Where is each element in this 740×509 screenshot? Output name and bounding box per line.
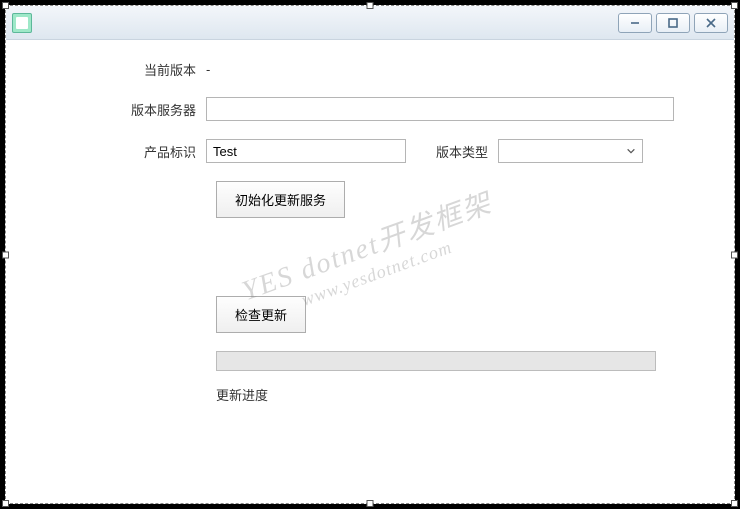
progress-bar [216, 351, 656, 371]
resize-handle-top-right[interactable] [731, 2, 738, 9]
server-row: 版本服务器 [46, 97, 674, 121]
server-input[interactable] [206, 97, 674, 121]
resize-handle-bottom-right[interactable] [731, 500, 738, 507]
spacer [46, 236, 674, 296]
current-version-label: 当前版本 [46, 60, 206, 79]
window-controls [618, 13, 728, 33]
resize-handle-bottom-middle[interactable] [367, 500, 374, 507]
resize-handle-bottom-left[interactable] [2, 500, 9, 507]
current-version-row: 当前版本 - [46, 60, 674, 79]
product-id-label: 产品标识 [46, 142, 206, 161]
current-version-value: - [206, 62, 210, 77]
check-update-button[interactable]: 检查更新 [216, 296, 306, 333]
version-type-combobox[interactable] [498, 139, 643, 163]
maximize-icon [667, 17, 679, 29]
minimize-button[interactable] [618, 13, 652, 33]
minimize-icon [629, 17, 641, 29]
resize-handle-middle-left[interactable] [2, 251, 9, 258]
check-button-row: 检查更新 [46, 296, 674, 333]
resize-handle-middle-right[interactable] [731, 251, 738, 258]
server-label: 版本服务器 [46, 100, 206, 119]
chevron-down-icon [626, 146, 636, 156]
client-area: 当前版本 - 版本服务器 产品标识 版本类型 初始化更新服务 检查更新 更新进度 [6, 40, 734, 424]
resize-handle-top-middle[interactable] [367, 2, 374, 9]
product-id-input[interactable] [206, 139, 406, 163]
progress-label: 更新进度 [216, 385, 674, 404]
init-update-service-button[interactable]: 初始化更新服务 [216, 181, 345, 218]
close-button[interactable] [694, 13, 728, 33]
maximize-button[interactable] [656, 13, 690, 33]
designer-selection-frame: 当前版本 - 版本服务器 产品标识 版本类型 初始化更新服务 检查更新 更新进度 [5, 5, 735, 504]
version-type-label: 版本类型 [436, 142, 498, 161]
titlebar[interactable] [6, 6, 734, 40]
resize-handle-top-left[interactable] [2, 2, 9, 9]
init-button-row: 初始化更新服务 [46, 181, 674, 218]
app-icon [12, 13, 32, 33]
product-row: 产品标识 版本类型 [46, 139, 674, 163]
close-icon [705, 17, 717, 29]
